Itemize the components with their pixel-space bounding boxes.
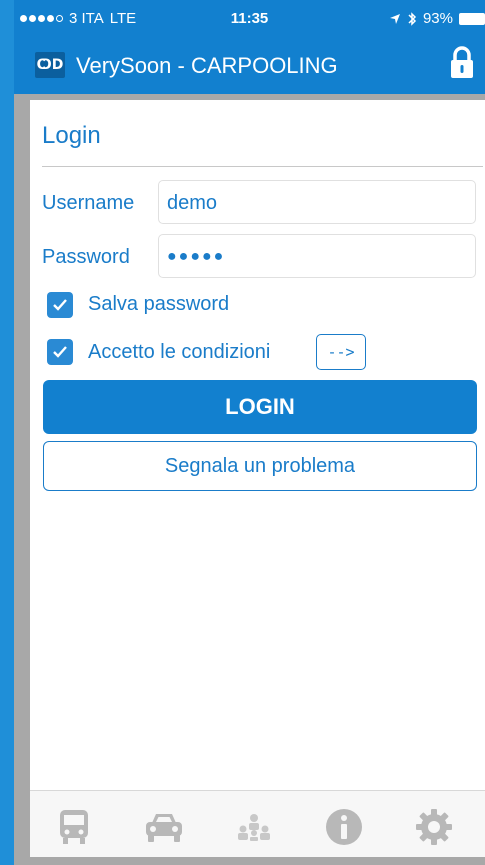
frame-border-left <box>14 94 30 865</box>
info-icon <box>326 809 362 845</box>
report-problem-button[interactable]: Segnala un problema <box>43 441 477 491</box>
checkmark-icon <box>53 346 67 358</box>
password-field[interactable]: ●●●●● <box>158 234 476 278</box>
battery-percent: 93% <box>422 10 453 27</box>
accept-terms-checkbox[interactable] <box>47 339 73 365</box>
gear-icon <box>416 809 452 845</box>
location-arrow-icon <box>389 13 400 24</box>
tab-info[interactable] <box>322 805 366 849</box>
battery-icon <box>459 12 485 25</box>
app-logo: ѺD <box>35 52 65 78</box>
title-divider <box>42 166 483 167</box>
accept-terms-label: Accetto le condizioni <box>88 341 271 363</box>
tab-bus[interactable] <box>52 805 96 849</box>
login-button[interactable]: LOGIN <box>43 380 477 434</box>
save-password-checkbox[interactable] <box>47 292 73 318</box>
username-label: Username <box>42 192 135 214</box>
view-terms-button[interactable]: --> <box>316 334 366 370</box>
people-icon <box>238 814 270 841</box>
tab-community[interactable] <box>232 805 276 849</box>
tab-car[interactable] <box>142 805 186 849</box>
bus-icon <box>60 810 88 844</box>
car-icon <box>146 814 182 842</box>
tab-settings[interactable] <box>412 805 456 849</box>
status-right: 93% <box>389 10 485 27</box>
page-title: Login <box>42 122 101 149</box>
password-label: Password <box>42 246 130 268</box>
tab-bar <box>30 790 485 865</box>
username-field[interactable]: demo <box>158 180 476 224</box>
navbar: ѺD VerySoon - CARPOOLING <box>14 36 485 94</box>
status-bar: 3 ITA LTE 11:35 93% <box>14 0 485 36</box>
login-panel: Login Username demo Password ●●●●● Salva… <box>30 100 485 790</box>
save-password-label: Salva password <box>88 293 230 315</box>
bluetooth-icon <box>408 11 417 26</box>
frame-border-bottom <box>14 857 485 865</box>
lock-icon[interactable] <box>447 46 477 80</box>
checkmark-icon <box>53 299 67 311</box>
app-title: VerySoon - CARPOOLING <box>76 53 338 78</box>
